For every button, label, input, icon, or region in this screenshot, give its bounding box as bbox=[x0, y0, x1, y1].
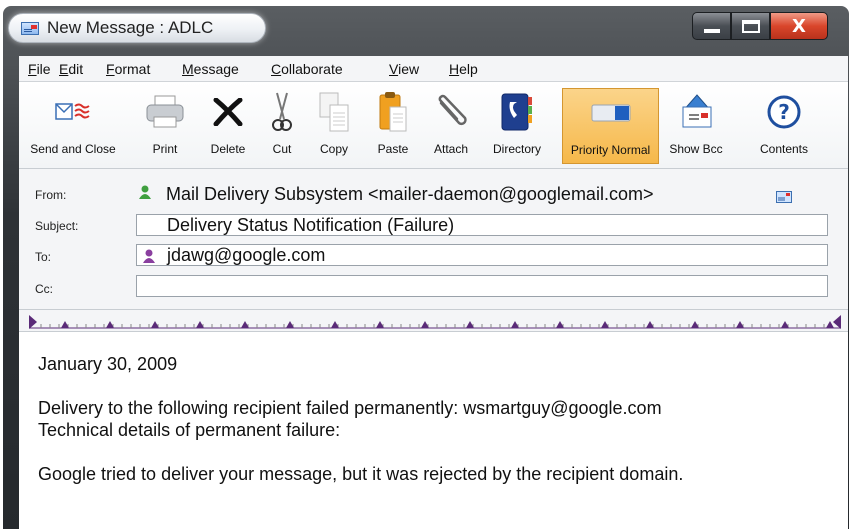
to-value: jdawg@google.com bbox=[167, 245, 326, 265]
copy-icon bbox=[318, 88, 350, 136]
body-line-1: Delivery to the following recipient fail… bbox=[38, 398, 662, 418]
to-label: To: bbox=[35, 250, 52, 264]
paperclip-icon bbox=[433, 88, 469, 136]
cut-button[interactable]: Cut bbox=[264, 88, 300, 164]
cc-field[interactable] bbox=[136, 275, 828, 297]
close-icon: X bbox=[792, 15, 806, 37]
to-field[interactable]: jdawg@google.com bbox=[136, 244, 828, 266]
priority-label: Priority Normal bbox=[570, 143, 651, 157]
print-label: Print bbox=[152, 142, 178, 156]
cut-label: Cut bbox=[272, 142, 292, 156]
format-ruler bbox=[19, 309, 848, 332]
help-question-icon: ? bbox=[767, 88, 801, 136]
delete-button[interactable]: Delete bbox=[202, 88, 254, 164]
minimize-icon bbox=[703, 29, 720, 33]
contents-button[interactable]: ? Contents bbox=[749, 88, 819, 164]
paste-button[interactable]: Paste bbox=[369, 88, 417, 164]
attach-label: Attach bbox=[433, 142, 469, 156]
toolbar: Send and Close Print Delete Cut Copy Pas… bbox=[19, 82, 848, 169]
body-line-2: Technical details of permanent failure: bbox=[38, 420, 341, 440]
contents-label: Contents bbox=[759, 142, 809, 156]
copy-button[interactable]: Copy bbox=[310, 88, 358, 164]
paste-label: Paste bbox=[377, 142, 409, 156]
send-and-close-label: Send and Close bbox=[30, 142, 116, 156]
window-controls: X bbox=[692, 12, 828, 40]
printer-icon bbox=[146, 88, 184, 136]
show-bcc-label: Show Bcc bbox=[669, 142, 723, 156]
print-button[interactable]: Print bbox=[139, 88, 191, 164]
body-date: January 30, 2009 bbox=[38, 354, 178, 374]
from-value: Mail Delivery Subsystem <mailer-daemon@g… bbox=[166, 184, 654, 204]
close-button[interactable]: X bbox=[770, 12, 828, 40]
recipient-person-icon bbox=[143, 249, 155, 263]
svg-text:?: ? bbox=[778, 100, 790, 124]
show-bcc-button[interactable]: Show Bcc bbox=[669, 88, 723, 164]
address-book-icon bbox=[500, 88, 534, 136]
directory-button[interactable]: Directory bbox=[485, 88, 549, 164]
delete-x-icon bbox=[213, 88, 243, 136]
menu-format[interactable]: Format bbox=[106, 61, 150, 77]
menu-message[interactable]: Message bbox=[182, 61, 239, 77]
menu-collaborate[interactable]: Collaborate bbox=[271, 61, 343, 77]
scissors-icon bbox=[272, 88, 292, 136]
message-body[interactable]: January 30, 2009 Delivery to the followi… bbox=[19, 332, 848, 529]
minimize-button[interactable] bbox=[692, 12, 731, 40]
subject-label: Subject: bbox=[35, 219, 79, 233]
body-line-3: Google tried to deliver your message, bu… bbox=[38, 464, 684, 484]
copy-label: Copy bbox=[319, 142, 348, 156]
subject-field[interactable]: Delivery Status Notification (Failure) bbox=[136, 214, 828, 236]
mail-app-icon bbox=[21, 21, 39, 35]
menu-file[interactable]: File bbox=[28, 61, 51, 77]
cc-label: Cc: bbox=[35, 282, 53, 296]
ruler-ticks[interactable] bbox=[29, 315, 841, 329]
menu-bar: File Edit Format Message Collaborate Vie… bbox=[19, 56, 848, 82]
delete-label: Delete bbox=[210, 142, 246, 156]
send-and-close-button[interactable]: Send and Close bbox=[21, 88, 125, 164]
attach-button[interactable]: Attach bbox=[426, 88, 476, 164]
sender-person-icon bbox=[139, 185, 151, 199]
menu-edit[interactable]: Edit bbox=[59, 61, 83, 77]
title-bar: New Message : ADLC bbox=[8, 13, 266, 43]
paste-clipboard-icon bbox=[378, 88, 408, 136]
priority-normal-button[interactable]: Priority Normal bbox=[562, 88, 659, 164]
window-title: New Message : ADLC bbox=[47, 18, 214, 37]
maximize-button[interactable] bbox=[731, 12, 770, 40]
message-headers: From: Mail Delivery Subsystem <mailer-da… bbox=[19, 169, 848, 309]
send-mail-icon bbox=[55, 88, 91, 136]
menu-help[interactable]: Help bbox=[449, 61, 478, 77]
directory-label: Directory bbox=[492, 142, 541, 156]
menu-view[interactable]: View bbox=[389, 61, 419, 77]
sender-card-icon[interactable] bbox=[776, 191, 792, 203]
from-label: From: bbox=[35, 188, 67, 202]
show-bcc-icon bbox=[679, 88, 713, 136]
priority-toggle-icon bbox=[591, 89, 631, 137]
maximize-icon bbox=[741, 19, 760, 33]
